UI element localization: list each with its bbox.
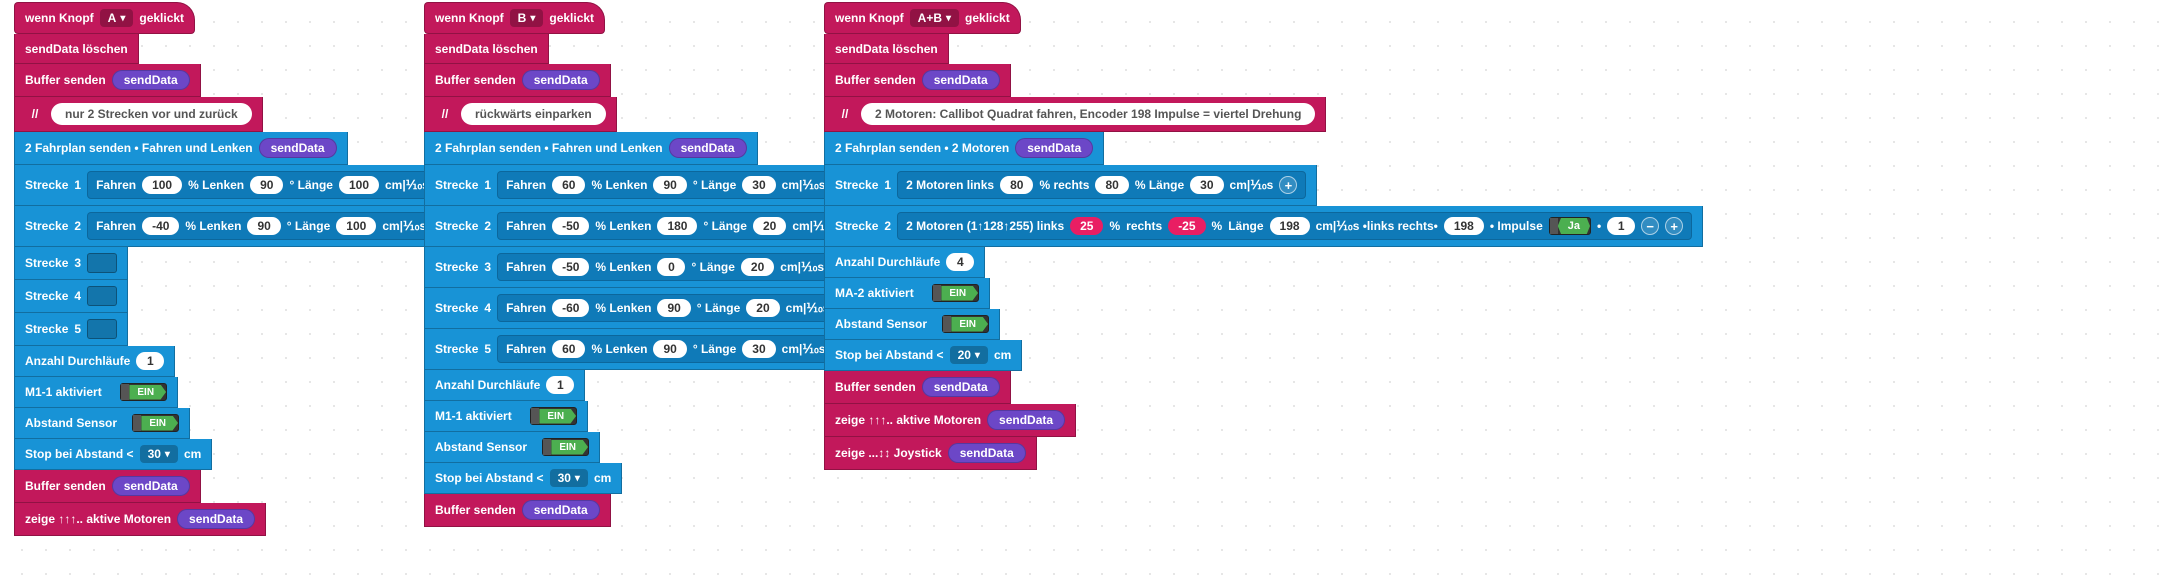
buffer-send[interactable]: Buffer senden sendData: [14, 470, 201, 503]
senddata-var[interactable]: sendData: [112, 476, 190, 496]
button-dropdown[interactable]: A: [100, 9, 134, 27]
dist-dropdown[interactable]: 20: [950, 346, 988, 364]
minus-icon[interactable]: −: [1641, 217, 1659, 235]
comment-icon: //: [25, 107, 45, 121]
toggle[interactable]: EIN: [542, 438, 589, 456]
button-dropdown[interactable]: B: [510, 9, 544, 27]
label: wenn Knopf: [435, 11, 504, 25]
senddata-var[interactable]: sendData: [922, 377, 1000, 397]
senddata-var[interactable]: sendData: [948, 443, 1026, 463]
event-hat-button-a[interactable]: wenn Knopf A geklickt: [14, 2, 195, 34]
fahrplan-header[interactable]: 2 Fahrplan senden • 2 Motoren sendData: [824, 132, 1104, 165]
strecke-row-2[interactable]: Strecke 2 2 Motoren (1↑128↑255) links 25…: [824, 206, 1703, 247]
toggle[interactable]: EIN: [132, 414, 179, 432]
senddata-var[interactable]: sendData: [522, 500, 600, 520]
toggle[interactable]: EIN: [120, 383, 167, 401]
event-hat-button-b[interactable]: wenn Knopf B geklickt: [424, 2, 605, 34]
buffer-send[interactable]: Buffer senden sendData: [824, 371, 1011, 404]
toggle[interactable]: EIN: [942, 315, 989, 333]
comment-block[interactable]: // nur 2 Strecken vor und zurück: [14, 97, 263, 132]
senddata-var[interactable]: sendData: [522, 70, 600, 90]
comment-text[interactable]: 2 Motoren: Callibot Quadrat fahren, Enco…: [861, 103, 1315, 125]
zeige-joystick[interactable]: zeige ...↕↕ Joystick sendData: [824, 437, 1037, 470]
block-stack-b: wenn Knopf B geklickt sendData löschen B…: [424, 2, 880, 527]
strecke-row-4[interactable]: Strecke 4 Fahren-60% Lenken90° Länge20cm…: [424, 288, 873, 329]
buffer-send[interactable]: Buffer senden sendData: [14, 64, 201, 97]
fahren-inner[interactable]: Fahren100 % Lenken90 ° Länge100 cm|⅒s +: [87, 171, 462, 199]
senddata-var[interactable]: sendData: [1015, 138, 1093, 158]
plus-icon[interactable]: +: [1279, 176, 1297, 194]
abstand-sensor-row[interactable]: Abstand Sensor EIN: [824, 309, 1000, 340]
comment-icon: //: [435, 107, 455, 121]
comment-text[interactable]: nur 2 Strecken vor und zurück: [51, 103, 252, 125]
strecke-row-2[interactable]: Strecke 2 Fahren-50% Lenken180° Länge20c…: [424, 206, 880, 247]
strecke-row-1[interactable]: Strecke 1 2 Motoren links80 % rechts80 %…: [824, 165, 1317, 206]
senddata-clear[interactable]: sendData löschen: [824, 34, 949, 64]
button-dropdown[interactable]: A+B: [910, 9, 959, 27]
dist-dropdown[interactable]: 30: [140, 445, 178, 463]
loops-row[interactable]: Anzahl Durchläufe 1: [14, 346, 175, 377]
impulse-toggle[interactable]: Ja: [1549, 217, 1591, 235]
m1-aktiv-row[interactable]: M1-1 aktiviert EIN: [14, 377, 178, 408]
empty-slot[interactable]: [87, 286, 117, 306]
strecke-row-1[interactable]: Strecke 1 Fahren60% Lenken90° Länge30cm|…: [424, 165, 869, 206]
strecke-row-5[interactable]: Strecke 5 Fahren60% Lenken90° Länge30cm|…: [424, 329, 869, 370]
m1-aktiv-row[interactable]: M1-1 aktiviert EIN: [424, 401, 588, 432]
buffer-send[interactable]: Buffer senden sendData: [424, 494, 611, 527]
strecke-row-5[interactable]: Strecke 5: [14, 313, 128, 346]
stop-abstand-row[interactable]: Stop bei Abstand < 30 cm: [14, 439, 212, 470]
zeige-motoren[interactable]: zeige ↑↑↑.. aktive Motoren sendData: [14, 503, 266, 536]
comment-block[interactable]: // rückwärts einparken: [424, 97, 617, 132]
senddata-var[interactable]: sendData: [987, 410, 1065, 430]
event-hat-button-ab[interactable]: wenn Knopf A+B geklickt: [824, 2, 1021, 34]
fahrplan-header[interactable]: 2 Fahrplan senden • Fahren und Lenken se…: [14, 132, 348, 165]
strecke-row-2[interactable]: Strecke 2 Fahren-40 % Lenken90 ° Länge10…: [14, 206, 470, 247]
senddata-var[interactable]: sendData: [112, 70, 190, 90]
loops-row[interactable]: Anzahl Durchläufe 4: [824, 247, 985, 278]
toggle[interactable]: EIN: [932, 284, 979, 302]
dist-dropdown[interactable]: 30: [550, 469, 588, 487]
stop-abstand-row[interactable]: Stop bei Abstand < 30 cm: [424, 463, 622, 494]
abstand-sensor-row[interactable]: Abstand Sensor EIN: [424, 432, 600, 463]
strecke-row-4[interactable]: Strecke 4: [14, 280, 128, 313]
comment-block[interactable]: // 2 Motoren: Callibot Quadrat fahren, En…: [824, 97, 1326, 132]
loops-row[interactable]: Anzahl Durchläufe 1: [424, 370, 585, 401]
ma2-aktiv-row[interactable]: MA-2 aktiviert EIN: [824, 278, 990, 309]
toggle[interactable]: EIN: [530, 407, 577, 425]
empty-slot[interactable]: [87, 319, 117, 339]
label: geklickt: [549, 11, 594, 25]
buffer-send[interactable]: Buffer senden sendData: [824, 64, 1011, 97]
block-stack-ab: wenn Knopf A+B geklickt sendData löschen…: [824, 2, 1703, 470]
comment-text[interactable]: rückwärts einparken: [461, 103, 606, 125]
senddata-var[interactable]: sendData: [177, 509, 255, 529]
label: geklickt: [139, 11, 184, 25]
strecke-row-3[interactable]: Strecke 3: [14, 247, 128, 280]
senddata-clear[interactable]: sendData löschen: [14, 34, 139, 64]
fahrplan-header[interactable]: 2 Fahrplan senden • Fahren und Lenken se…: [424, 132, 758, 165]
buffer-send[interactable]: Buffer senden sendData: [424, 64, 611, 97]
fahren-inner[interactable]: Fahren-40 % Lenken90 ° Länge100 cm|⅒s +: [87, 212, 459, 240]
senddata-var[interactable]: sendData: [922, 70, 1000, 90]
comment-icon: //: [835, 107, 855, 121]
stop-abstand-row[interactable]: Stop bei Abstand < 20 cm: [824, 340, 1022, 371]
empty-slot[interactable]: [87, 253, 117, 273]
block-stack-a: wenn Knopf A geklickt sendData löschen B…: [14, 2, 473, 536]
abstand-sensor-row[interactable]: Abstand Sensor EIN: [14, 408, 190, 439]
label: wenn Knopf: [25, 11, 94, 25]
plus-icon[interactable]: +: [1665, 217, 1683, 235]
senddata-var[interactable]: sendData: [259, 138, 337, 158]
strecke-row-3[interactable]: Strecke 3 Fahren-50% Lenken0° Länge20cm|…: [424, 247, 868, 288]
strecke-row-1[interactable]: Strecke 1 Fahren100 % Lenken90 ° Länge10…: [14, 165, 473, 206]
senddata-var[interactable]: sendData: [669, 138, 747, 158]
label: wenn Knopf: [835, 11, 904, 25]
senddata-clear[interactable]: sendData löschen: [424, 34, 549, 64]
zeige-motoren[interactable]: zeige ↑↑↑.. aktive Motoren sendData: [824, 404, 1076, 437]
label: geklickt: [965, 11, 1010, 25]
